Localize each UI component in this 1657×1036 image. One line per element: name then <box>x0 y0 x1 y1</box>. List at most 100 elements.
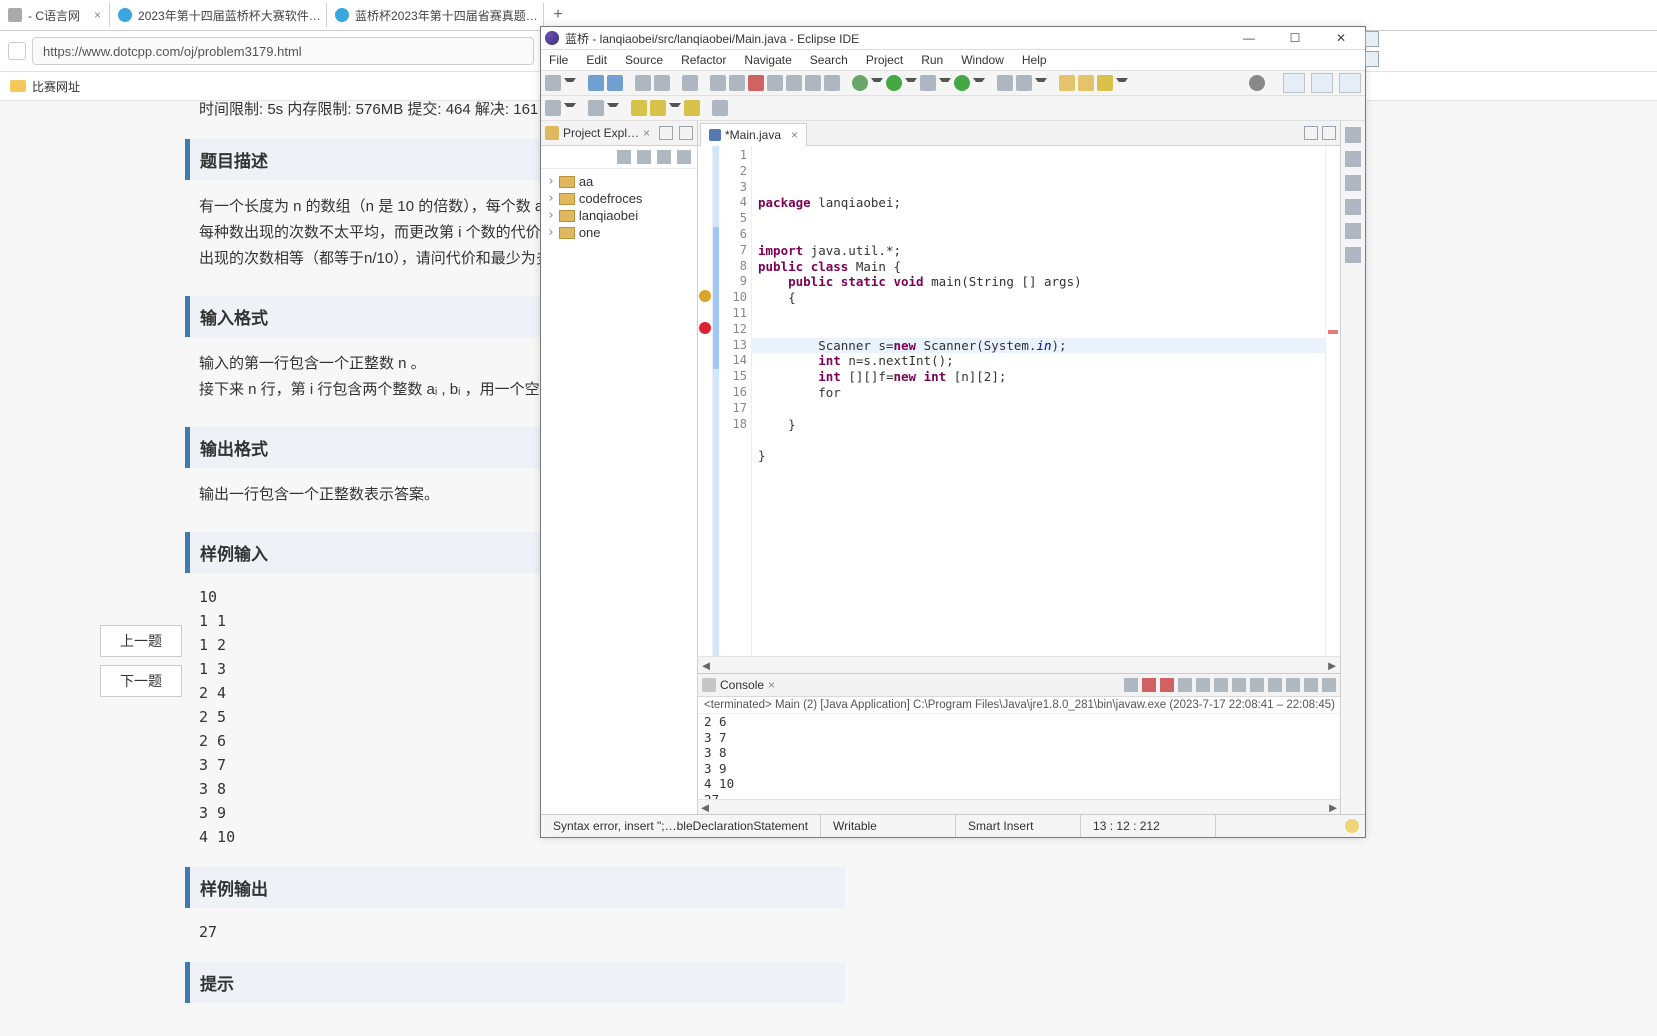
skip-breakpoints-icon[interactable] <box>682 75 698 91</box>
menu-navigate[interactable]: Navigate <box>742 52 793 68</box>
close-icon[interactable]: × <box>791 128 798 142</box>
console-tab-label[interactable]: Console <box>720 678 764 692</box>
chevron-down-icon[interactable] <box>905 78 917 88</box>
pin-console-icon[interactable] <box>1250 678 1264 692</box>
perspective-debug-icon[interactable] <box>1311 73 1333 93</box>
chevron-down-icon[interactable] <box>939 78 951 88</box>
new-icon[interactable] <box>545 75 561 91</box>
clear-console-icon[interactable] <box>1178 678 1192 692</box>
build-icon[interactable] <box>1345 199 1361 215</box>
coverage-icon[interactable] <box>920 75 936 91</box>
chevron-down-icon[interactable] <box>973 78 985 88</box>
console-output[interactable]: 2 6 3 7 3 8 3 9 4 10 27 <box>698 714 1340 799</box>
annotation-next-icon[interactable] <box>588 100 604 116</box>
marker-gutter[interactable] <box>698 146 713 656</box>
menu-help[interactable]: Help <box>1020 52 1049 68</box>
chevron-down-icon[interactable] <box>607 103 619 113</box>
browser-tab[interactable]: - C语言网 × <box>0 3 110 27</box>
maximize-view-icon[interactable] <box>679 126 693 140</box>
navigator-icon[interactable] <box>1345 247 1361 263</box>
debug-button[interactable] <box>852 75 868 91</box>
handle-icon[interactable] <box>1365 31 1379 47</box>
chevron-down-icon[interactable] <box>1035 78 1047 88</box>
close-icon[interactable]: × <box>768 678 775 692</box>
outline-icon[interactable] <box>1345 175 1361 191</box>
prev-problem-button[interactable]: 上一题 <box>100 625 182 657</box>
templates-icon[interactable] <box>1345 223 1361 239</box>
url-input[interactable]: https://www.dotcpp.com/oj/problem3179.ht… <box>32 37 534 65</box>
eclipse-titlebar[interactable]: 蓝桥 - lanqiaobei/src/lanqiaobei/Main.java… <box>541 27 1365 50</box>
pin-editor-icon[interactable] <box>712 100 728 116</box>
minimize-editor-icon[interactable] <box>1304 126 1318 140</box>
editor-horizontal-scrollbar[interactable]: ◄ ► <box>698 656 1340 673</box>
minimize-view-icon[interactable] <box>1304 678 1318 692</box>
view-tab-project-explorer[interactable]: Project Expl… × <box>541 121 697 146</box>
scroll-lock-icon[interactable] <box>1196 678 1210 692</box>
last-edit-icon[interactable] <box>684 100 700 116</box>
error-overview-mark[interactable] <box>1328 330 1338 334</box>
error-marker-icon[interactable] <box>699 322 711 334</box>
console-horizontal-scrollbar[interactable]: ◄ ► <box>698 799 1340 814</box>
status-insert-mode[interactable]: Smart Insert <box>956 815 1081 837</box>
terminate-icon[interactable] <box>1124 678 1138 692</box>
open-type-icon[interactable] <box>1059 75 1075 91</box>
menu-edit[interactable]: Edit <box>584 52 609 68</box>
menu-refactor[interactable]: Refactor <box>679 52 728 68</box>
status-writable[interactable]: Writable <box>821 815 956 837</box>
project-tree[interactable]: ›aa ›codefroces ›lanqiaobei ›one <box>541 169 697 245</box>
chevron-down-icon[interactable] <box>871 78 883 88</box>
tree-item[interactable]: ›one <box>545 224 693 241</box>
toolbar-icon[interactable] <box>654 75 670 91</box>
word-wrap-icon[interactable] <box>1214 678 1228 692</box>
maximize-button[interactable]: ☐ <box>1281 29 1309 47</box>
menu-project[interactable]: Project <box>864 52 905 68</box>
display-selected-icon[interactable] <box>1268 678 1282 692</box>
scroll-left-icon[interactable]: ◄ <box>698 658 714 673</box>
code-area[interactable]: package lanqiaobei; import java.util.*;p… <box>752 146 1325 656</box>
task-list-icon[interactable] <box>1345 151 1361 167</box>
expand-icon[interactable]: › <box>547 225 555 240</box>
perspective-java-icon[interactable] <box>1283 73 1305 93</box>
step-return-icon[interactable] <box>824 75 840 91</box>
perspective-other-icon[interactable] <box>1339 73 1361 93</box>
annotation-prev-icon[interactable] <box>545 100 561 116</box>
editor-tab[interactable]: *Main.java × <box>700 123 807 146</box>
tree-item[interactable]: ›codefroces <box>545 190 693 207</box>
new-class-icon[interactable] <box>1016 75 1032 91</box>
forward-icon[interactable] <box>650 100 666 116</box>
menu-search[interactable]: Search <box>808 52 850 68</box>
disconnect-icon[interactable] <box>767 75 783 91</box>
handle-icon[interactable] <box>1365 51 1379 67</box>
toolbar-icon[interactable] <box>635 75 651 91</box>
expand-icon[interactable]: › <box>547 208 555 223</box>
expand-icon[interactable]: › <box>547 191 555 206</box>
browser-tab[interactable]: 2023年第十四届蓝桥杯大赛软件… × <box>110 3 327 27</box>
new-tab-button[interactable]: + <box>544 6 572 24</box>
chevron-down-icon[interactable] <box>669 103 681 113</box>
chevron-down-icon[interactable] <box>1116 78 1128 88</box>
collapse-all-icon[interactable] <box>617 150 631 164</box>
scroll-right-icon[interactable]: ► <box>1326 800 1340 814</box>
save-all-icon[interactable] <box>607 75 623 91</box>
minimize-button[interactable]: — <box>1235 29 1263 47</box>
quick-access-icon[interactable] <box>1249 75 1265 91</box>
tree-item[interactable]: ›lanqiaobei <box>545 207 693 224</box>
stop-icon[interactable] <box>748 75 764 91</box>
new-package-icon[interactable] <box>997 75 1013 91</box>
browser-tab-active[interactable]: 蓝桥杯2023年第十四届省赛真题… × <box>327 3 544 27</box>
step-over-icon[interactable] <box>805 75 821 91</box>
remove-launch-icon[interactable] <box>1142 678 1156 692</box>
close-icon[interactable]: × <box>643 126 650 140</box>
scroll-right-icon[interactable]: ► <box>1324 658 1340 673</box>
overview-ruler[interactable] <box>1325 146 1340 656</box>
chevron-down-icon[interactable] <box>564 103 576 113</box>
tip-bulb-icon[interactable] <box>1345 819 1359 833</box>
filter-icon[interactable] <box>657 150 671 164</box>
remove-all-icon[interactable] <box>1160 678 1174 692</box>
restore-view-icon[interactable] <box>1345 127 1361 143</box>
pause-icon[interactable] <box>729 75 745 91</box>
close-icon[interactable]: × <box>94 8 101 22</box>
close-button[interactable]: ✕ <box>1327 29 1355 47</box>
expand-icon[interactable]: › <box>547 174 555 189</box>
search-icon[interactable] <box>1097 75 1113 91</box>
